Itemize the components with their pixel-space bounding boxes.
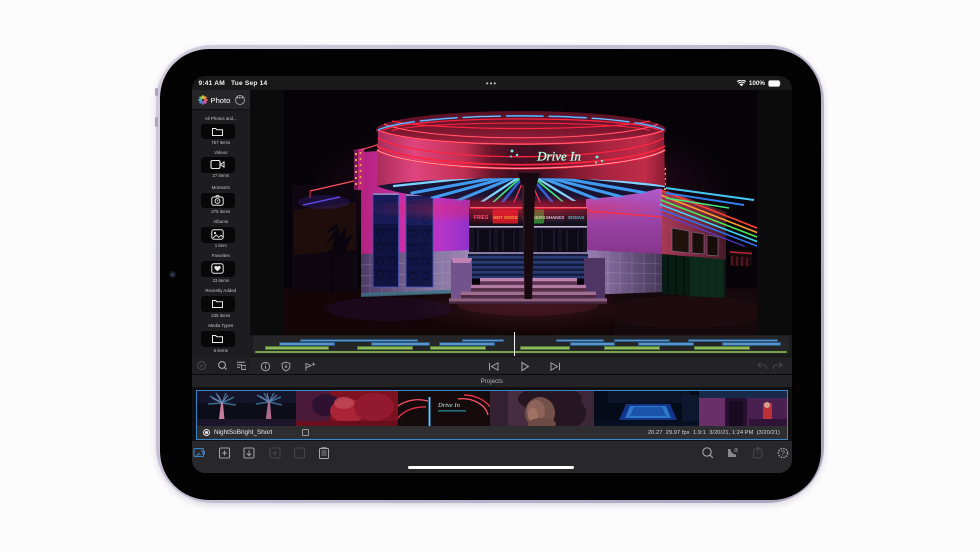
svg-text:a: a xyxy=(734,447,738,454)
svg-text:Drive In: Drive In xyxy=(437,402,460,409)
svg-text:?: ? xyxy=(780,449,784,458)
svg-text:Drive In: Drive In xyxy=(536,148,581,163)
